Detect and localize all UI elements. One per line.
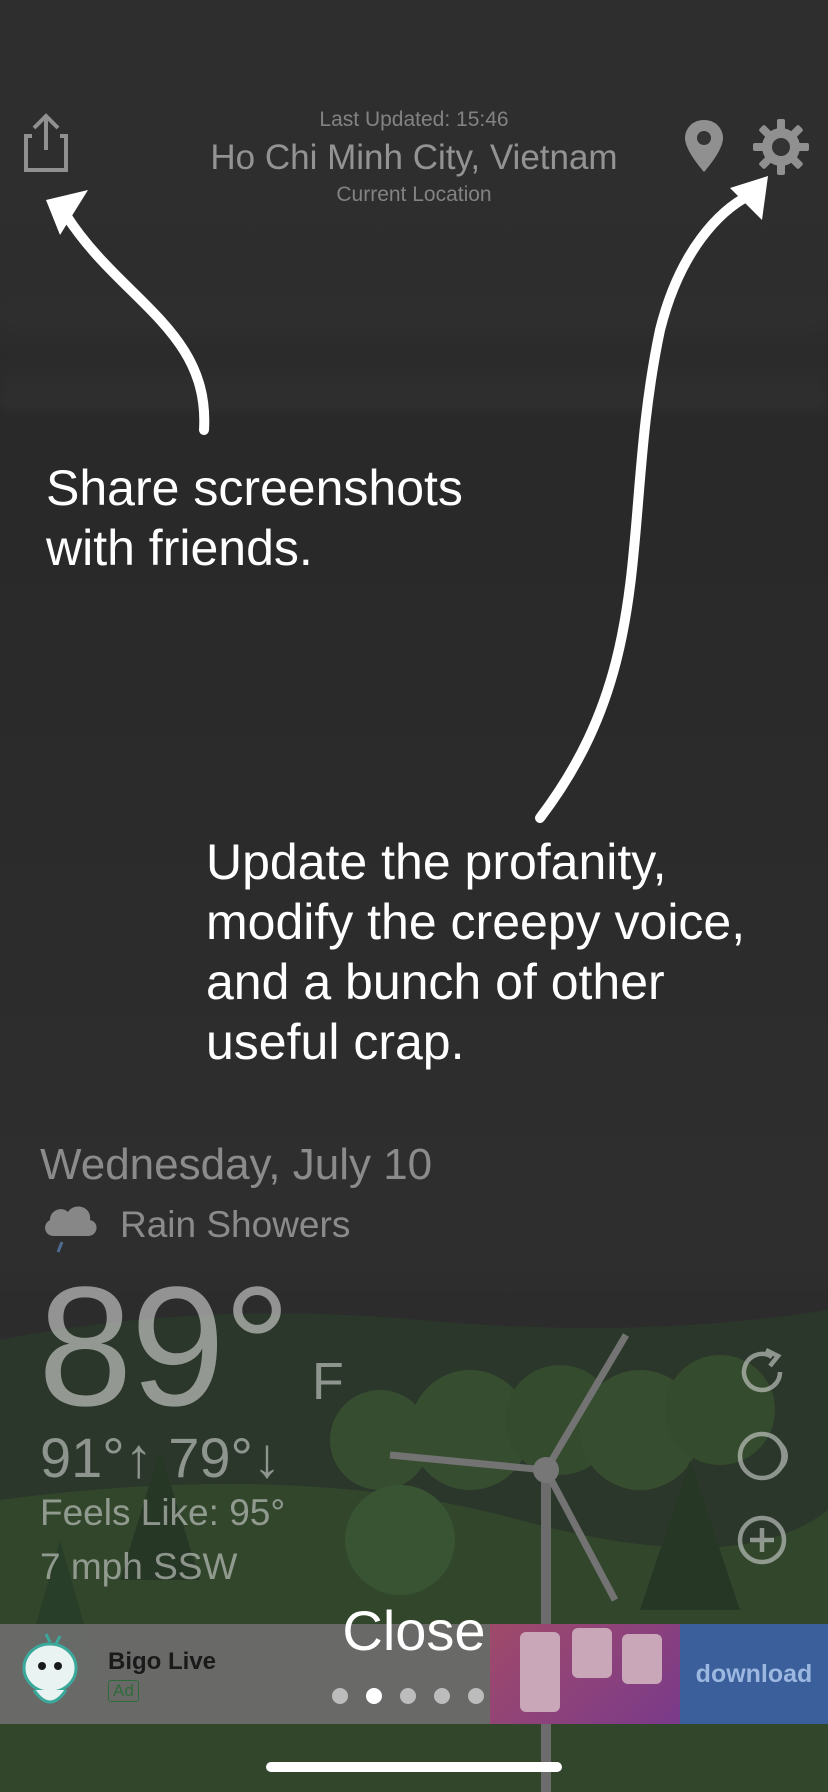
- share-tip: Share screenshots with friends.: [46, 458, 566, 578]
- share-arrow-head: [46, 190, 88, 235]
- settings-tip-line: Update the profanity,: [206, 834, 667, 890]
- settings-tip-line: useful crap.: [206, 1014, 465, 1070]
- ad-badge: Ad: [108, 1680, 139, 1702]
- page-dot[interactable]: [434, 1688, 450, 1704]
- home-indicator[interactable]: [266, 1762, 562, 1772]
- ad-photo: [520, 1672, 560, 1712]
- page-dot[interactable]: [400, 1688, 416, 1704]
- page-dot[interactable]: [468, 1688, 484, 1704]
- close-button[interactable]: Close: [0, 1598, 828, 1663]
- share-tip-line: Share screenshots: [46, 460, 463, 516]
- settings-arrow: [535, 190, 755, 823]
- page-dot-active[interactable]: [366, 1688, 382, 1704]
- share-tip-line: with friends.: [46, 520, 313, 576]
- page-indicator[interactable]: [332, 1688, 502, 1708]
- settings-tip-line: modify the creepy voice,: [206, 894, 746, 950]
- share-arrow: [61, 210, 210, 435]
- page-dot[interactable]: [332, 1688, 348, 1704]
- settings-tip-line: and a bunch of other: [206, 954, 665, 1010]
- settings-tip: Update the profanity, modify the creepy …: [206, 832, 806, 1072]
